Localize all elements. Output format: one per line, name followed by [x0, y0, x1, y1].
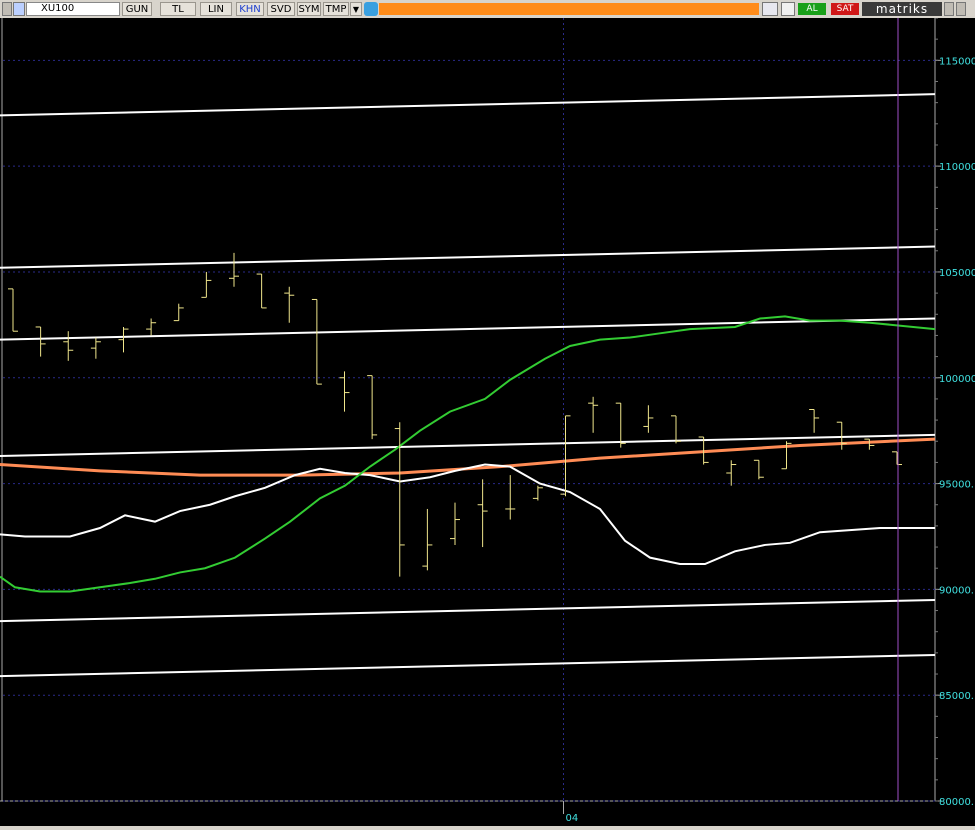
- tmp-button[interactable]: TMP: [323, 2, 349, 16]
- x-tick-label: 04: [566, 813, 579, 824]
- symbol-flag-icon[interactable]: [13, 2, 25, 16]
- y-tick-label: 85000.: [939, 691, 974, 702]
- price-chart[interactable]: 80000. 85000. 90000. 95000. 100000 105000 1100…: [0, 18, 975, 830]
- brand-logo: matriks: [862, 2, 942, 16]
- y-tick-label: 95000.: [939, 480, 974, 491]
- buy-button[interactable]: AL: [798, 3, 826, 15]
- tool-icon[interactable]: [781, 2, 795, 16]
- lin-button[interactable]: LIN: [200, 2, 232, 16]
- sym-button[interactable]: SYM: [297, 2, 321, 16]
- tl-button[interactable]: TL: [160, 2, 196, 16]
- window-icon[interactable]: [762, 2, 778, 16]
- twitter-icon[interactable]: [364, 2, 378, 16]
- scrollbar[interactable]: [0, 826, 975, 830]
- status-bar: [379, 3, 759, 15]
- symbol-field[interactable]: XU100: [26, 2, 120, 16]
- y-tick-label: 115000: [939, 56, 975, 67]
- y-tick-label: 90000.: [939, 585, 974, 596]
- khn-button[interactable]: KHN: [236, 2, 264, 16]
- gun-button[interactable]: GUN: [122, 2, 152, 16]
- y-tick-label: 105000: [939, 268, 975, 279]
- svd-button[interactable]: SVD: [267, 2, 295, 16]
- y-tick-label: 100000: [939, 374, 975, 385]
- minimize-icon[interactable]: [944, 2, 954, 16]
- sell-button[interactable]: SAT: [831, 3, 859, 15]
- y-tick-label: 80000.: [939, 797, 974, 808]
- close-icon[interactable]: [956, 2, 966, 16]
- chart-background: [0, 18, 975, 830]
- dropdown-arrow-icon[interactable]: ▼: [350, 2, 362, 16]
- toolbar: XU100 GUN TL LIN KHN SVD SYM TMP ▼ AL SA…: [0, 0, 975, 19]
- symbol-label: XU100: [41, 3, 75, 14]
- y-tick-label: 110000: [939, 162, 975, 173]
- menu-icon[interactable]: [2, 2, 12, 16]
